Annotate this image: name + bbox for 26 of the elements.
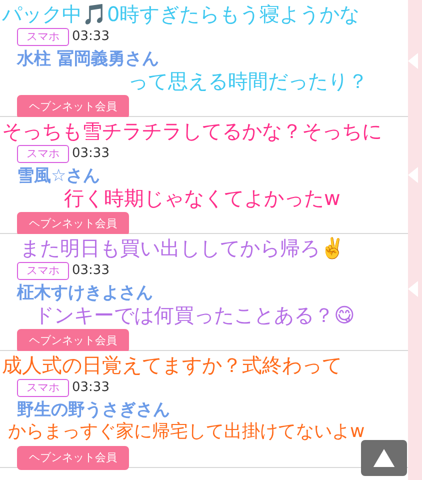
user-name: 水柱 冨岡義勇さん	[17, 48, 159, 68]
user-name: 柾木すけきよさん	[17, 282, 153, 302]
comment-line: ドンキーでは何買ったことある？😋	[34, 302, 355, 326]
post-time: 03:33	[72, 262, 110, 280]
user-name: 雪風☆さん	[17, 166, 100, 186]
comment-line: 行く時期じゃなくてよかったw	[64, 186, 340, 210]
comment-line: からまっすぐ家に帰宅して出掛けてないよw	[8, 420, 365, 444]
scroll-top-button[interactable]	[361, 440, 407, 476]
up-triangle-icon	[373, 449, 395, 467]
post-time: 03:33	[72, 28, 110, 46]
device-tag: スマホ	[17, 28, 69, 46]
member-button[interactable]: ヘブンネット会員	[17, 94, 129, 119]
device-tag: スマホ	[17, 378, 69, 397]
post-time: 03:33	[72, 379, 110, 397]
post-time: 03:33	[72, 145, 110, 163]
comment-line: そっちも雪チラチラしてるかな？そっちに	[2, 119, 382, 143]
member-button[interactable]: ヘブンネット会員	[17, 212, 129, 236]
comment-line: また明日も買い出ししてから帰ろ✌	[20, 236, 345, 260]
comment-line: パック中🎵0時すぎたらもう寝ようかな	[2, 2, 360, 26]
device-tag: スマホ	[17, 262, 69, 280]
member-button[interactable]: ヘブンネット会員	[17, 328, 129, 353]
comment-line: って思える時間だったり？	[128, 68, 368, 92]
member-button[interactable]: ヘブンネット会員	[17, 446, 129, 470]
device-tag: スマホ	[17, 144, 69, 163]
user-name: 野生の野うさぎさん	[17, 400, 170, 420]
comment-line: 成人式の日覚えてますか？式終わって	[2, 353, 342, 377]
